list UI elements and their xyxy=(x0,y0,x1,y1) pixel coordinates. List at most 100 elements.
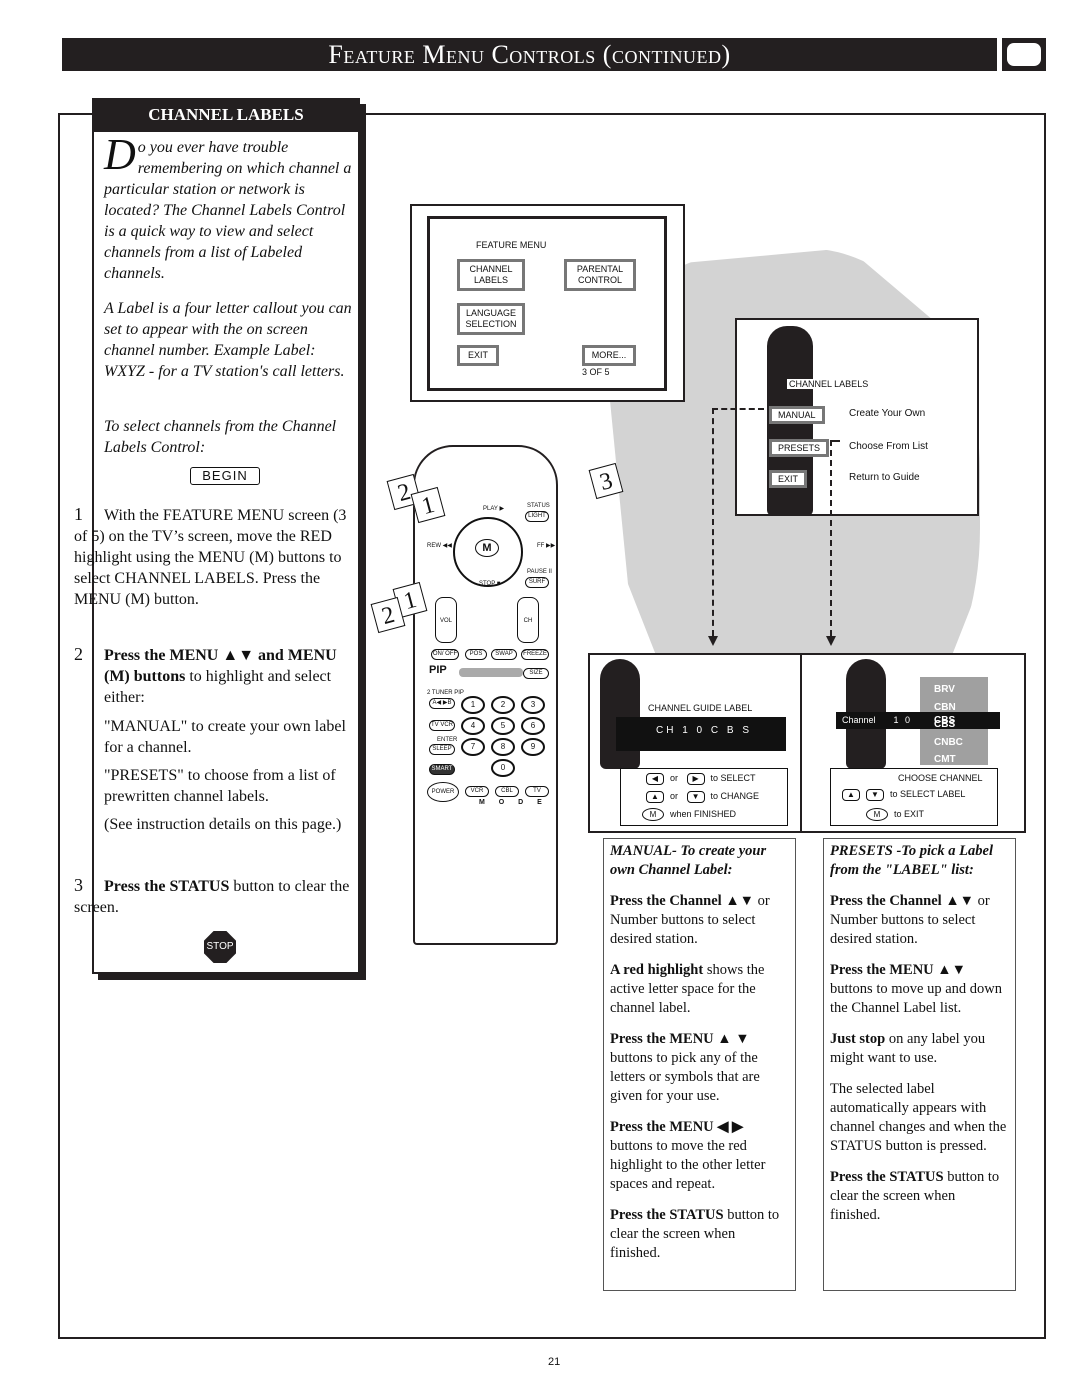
preset-item[interactable]: CMT xyxy=(934,751,988,769)
preset-item[interactable]: BRV xyxy=(934,681,988,699)
hint-exit: to EXIT xyxy=(894,809,925,819)
label-definition: A Label is a four letter callout you can… xyxy=(104,300,352,380)
presets-para: Press the STATUS button to clear the scr… xyxy=(830,1169,1000,1223)
manual-screen-title: CHANNEL GUIDE LABEL xyxy=(648,703,753,713)
step-2: 2 Press the MENU ▲▼ and MENU (M) buttons … xyxy=(74,644,354,708)
pip-bar xyxy=(459,668,523,677)
presets-para: Just stop on any label you might want to… xyxy=(830,1031,986,1066)
preset-label-list[interactable]: BRV CBN CBS CNBC CMT xyxy=(920,677,988,765)
surf-button[interactable]: SURF xyxy=(525,577,549,588)
hint-or: or xyxy=(670,773,679,783)
presets-title: PRESETS -To pick a Label from the "LABEL… xyxy=(830,843,993,878)
menu-exit[interactable]: EXIT xyxy=(457,345,499,366)
cyclist-image xyxy=(600,659,640,769)
manual-para: Press the Channel ▲▼ or Number buttons t… xyxy=(610,893,770,947)
presets-desc: Choose From List xyxy=(849,441,928,452)
volume-rocker[interactable]: VOL xyxy=(435,597,457,643)
digit-8-button[interactable]: 8 xyxy=(491,738,515,756)
pip-freeze-button[interactable]: FREEZE xyxy=(521,649,549,660)
tv-vcr-button[interactable]: TV VCR xyxy=(429,720,455,731)
mode-cbl-button[interactable]: CBL xyxy=(495,786,519,797)
manual-title: MANUAL- To create your own Channel Label… xyxy=(610,843,767,878)
hint-select: to SELECT xyxy=(710,773,756,783)
sleep-button[interactable]: SLEEP xyxy=(429,744,455,755)
manual-para: A red highlight shows the active letter … xyxy=(610,962,765,1016)
m-key-icon: M xyxy=(866,808,888,821)
label-screens: CHANNEL GUIDE LABEL CH 1 0 C B S ◀ or ▶ to… xyxy=(588,653,1026,833)
power-button[interactable]: POWER xyxy=(427,782,459,802)
channel-rocker[interactable]: CH xyxy=(517,597,539,643)
enter-label: ENTER xyxy=(437,737,458,743)
channel-labels-title: CHANNEL LABELS xyxy=(787,379,871,389)
digit-6-button[interactable]: 6 xyxy=(521,717,545,735)
step-text: With the FEATURE MENU screen (3 of 5) on… xyxy=(74,507,347,608)
digit-1-button[interactable]: 1 xyxy=(461,696,485,714)
presets-button[interactable]: PRESETS xyxy=(769,439,830,457)
option-manual: "MANUAL" to create your own label for a … xyxy=(104,718,346,756)
digit-9-button[interactable]: 9 xyxy=(521,738,545,756)
feature-menu-title: FEATURE MENU xyxy=(476,240,547,250)
pip-onoff-button[interactable]: ON/ OFF xyxy=(431,649,459,660)
mode-tv-button[interactable]: TV xyxy=(525,786,549,797)
mode-vcr-button[interactable]: VCR xyxy=(465,786,489,797)
menu-parental-control[interactable]: PARENTAL CONTROL xyxy=(564,259,636,291)
manual-para: Press the MENU ◀ ▶ buttons to move the r… xyxy=(610,1119,766,1192)
channel-labels-screen: CHANNEL LABELS MANUAL Create Your Own PR… xyxy=(735,318,979,516)
section-heading: CHANNEL LABELS xyxy=(92,98,360,132)
manual-desc: Create Your Own xyxy=(849,408,926,419)
hint-or: or xyxy=(670,791,679,801)
stop-label: STOP ■ xyxy=(479,581,501,587)
menu-language-selection[interactable]: LANGUAGE SELECTION xyxy=(457,303,525,335)
intro-body: o you ever have trouble remembering on w… xyxy=(104,139,352,282)
menu-channel-labels[interactable]: CHANNEL LABELS xyxy=(457,259,525,291)
smart-button[interactable]: SMART xyxy=(429,764,455,775)
pause-label: PAUSE II xyxy=(527,569,552,575)
intro-text: Do you ever have trouble remembering on … xyxy=(104,130,354,284)
hint-select-label: to SELECT LABEL xyxy=(890,789,966,799)
digit-3-button[interactable]: 3 xyxy=(521,696,545,714)
manual-button[interactable]: MANUAL xyxy=(769,406,825,424)
hint-change: to CHANGE xyxy=(710,791,760,801)
presets-instructions: PRESETS -To pick a Label from the "LABEL… xyxy=(823,838,1016,1291)
preset-item-selected[interactable]: CBS xyxy=(934,716,988,734)
menu-more[interactable]: MORE... xyxy=(582,345,636,366)
menu-page-indicator: 3 OF 5 xyxy=(582,367,610,377)
play-label: PLAY ▶ xyxy=(483,506,505,512)
page-number: 21 xyxy=(548,1356,561,1368)
preset-item[interactable]: CNBC xyxy=(934,734,988,752)
hint-finished: when FINISHED xyxy=(670,809,737,819)
page-title: Feature Menu Controls (continued) xyxy=(62,38,997,71)
digit-5-button[interactable]: 5 xyxy=(491,717,515,735)
step-1: 1 With the FEATURE MENU screen (3 of 5) o… xyxy=(74,504,354,610)
label-entry-field[interactable]: CH 1 0 C B S xyxy=(616,717,786,751)
exit-button[interactable]: EXIT xyxy=(769,470,808,488)
ab-button[interactable]: A◀ ▶B xyxy=(429,698,455,709)
digit-0-button[interactable]: 0 xyxy=(491,759,515,777)
mode-label: M O D E xyxy=(479,799,548,806)
presets-para: Press the MENU ▲▼ buttons to move up and… xyxy=(830,962,1002,1016)
presets-para: The selected label automatically appears… xyxy=(830,1081,1007,1154)
preset-item[interactable]: CBN xyxy=(934,699,988,717)
pip-swap-button[interactable]: SWAP xyxy=(491,649,517,660)
digit-2-button[interactable]: 2 xyxy=(491,696,515,714)
tuner-pip-label: 2 TUNER PIP xyxy=(427,690,464,696)
status-label: STATUS xyxy=(527,503,550,509)
pip-label: PIP xyxy=(429,664,447,676)
presets-para: Press the Channel ▲▼ or Number buttons t… xyxy=(830,893,990,947)
option-presets: "PRESETS" to choose from a list of prewr… xyxy=(104,767,336,805)
channel-label: Channel xyxy=(842,715,876,725)
exit-desc: Return to Guide xyxy=(849,472,920,483)
step-3: 3 Press the STATUS button to clear the sc… xyxy=(74,875,354,918)
connector xyxy=(830,440,832,636)
pip-pos-button[interactable]: POS xyxy=(465,649,487,660)
pip-size-button[interactable]: SIZE xyxy=(523,668,549,679)
digit-4-button[interactable]: 4 xyxy=(461,717,485,735)
begin-badge: BEGIN xyxy=(190,467,260,485)
digit-7-button[interactable]: 7 xyxy=(461,738,485,756)
to-select-text: To select channels from the Channel Labe… xyxy=(104,418,337,456)
tv-icon xyxy=(1002,38,1046,71)
connector xyxy=(712,408,764,410)
status-button[interactable]: LIGHT xyxy=(525,511,549,522)
menu-m-button[interactable]: M xyxy=(475,539,499,557)
drop-cap: D xyxy=(104,130,136,179)
